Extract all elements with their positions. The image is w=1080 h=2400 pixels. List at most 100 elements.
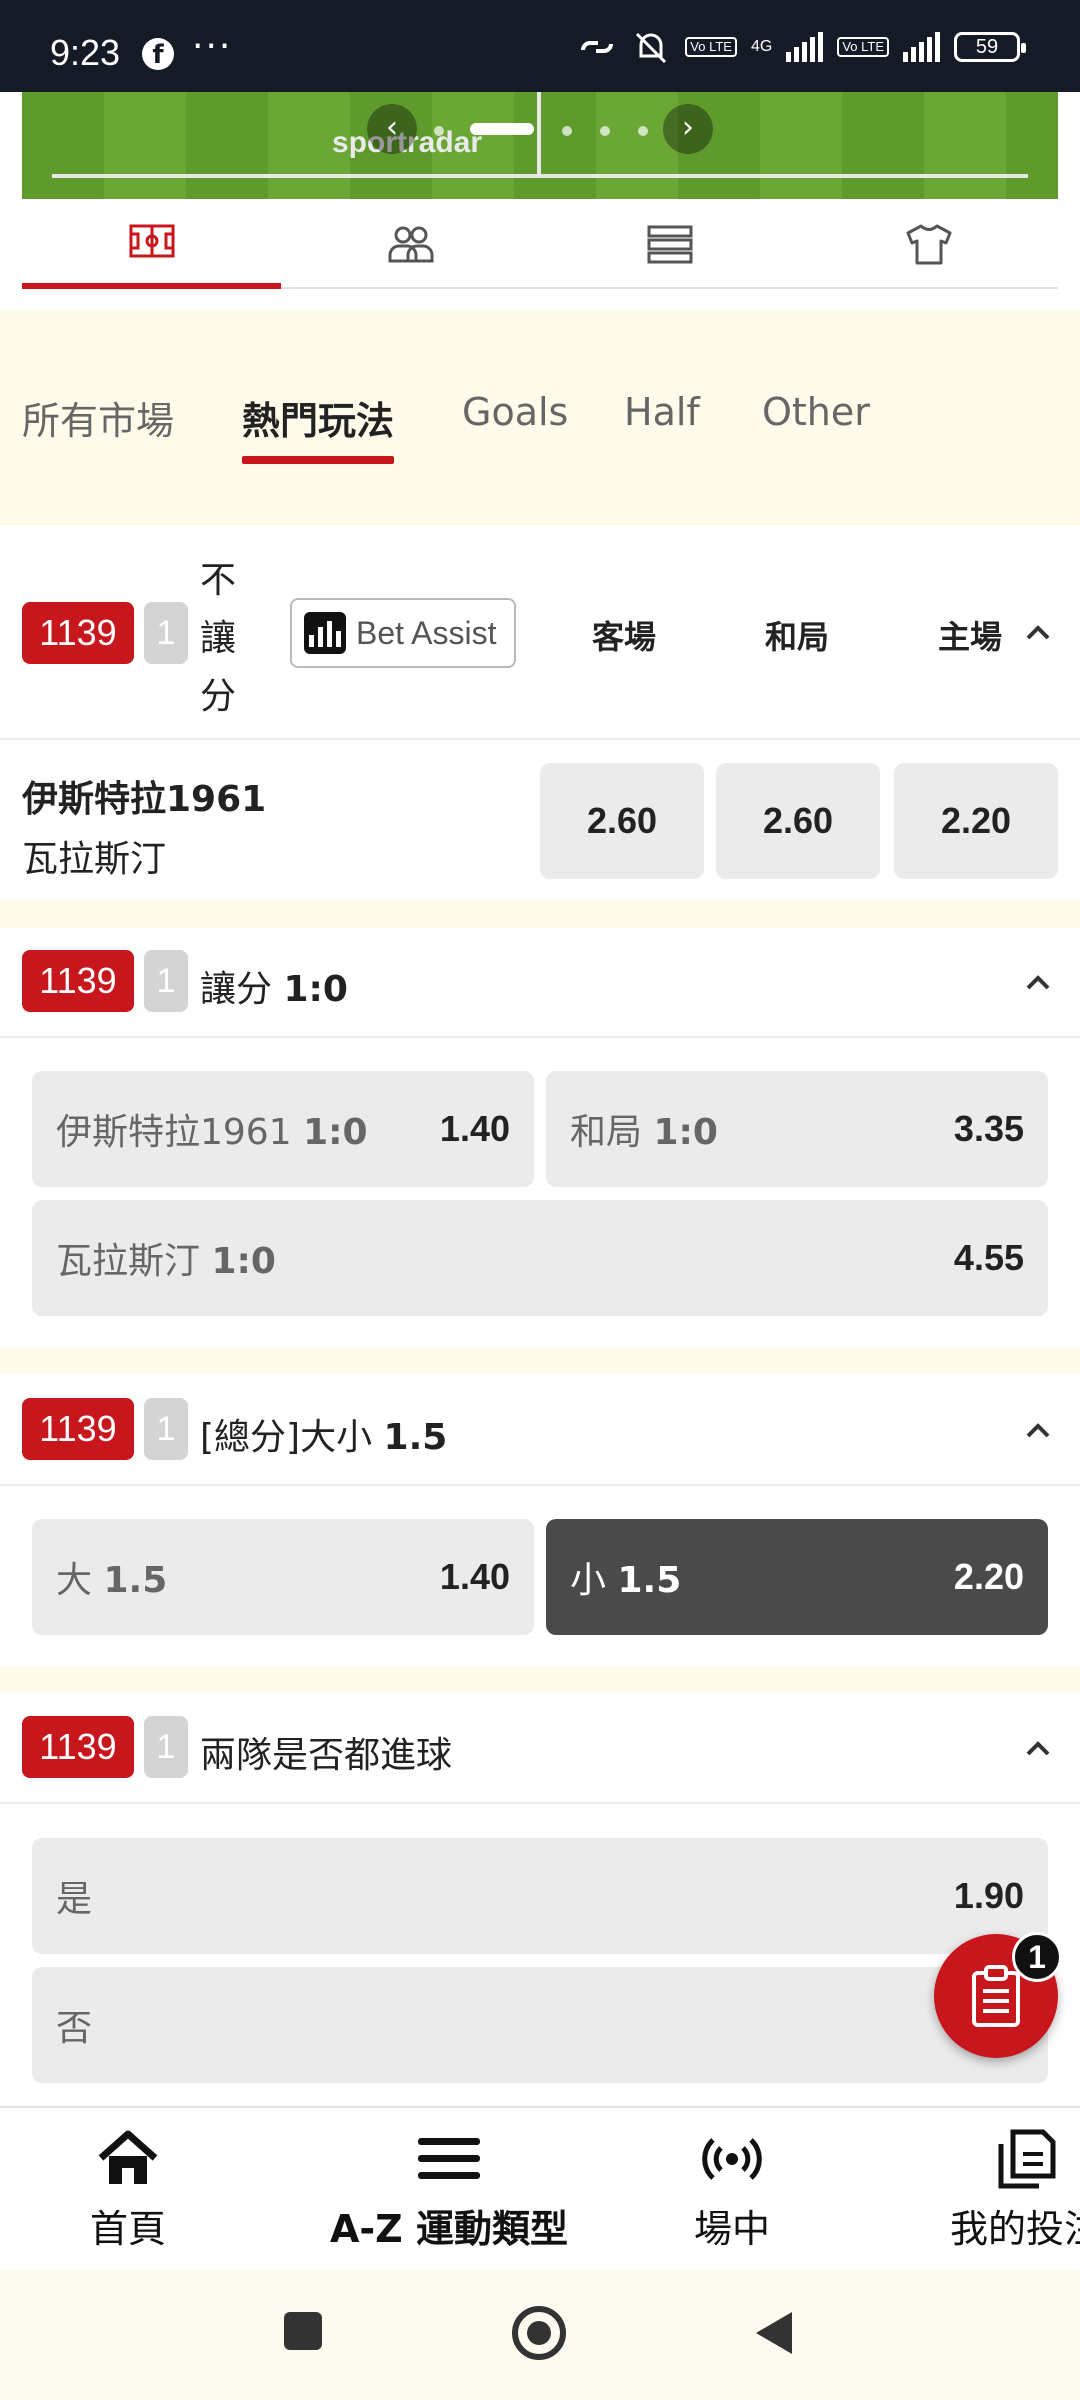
market-count-badge: 1 bbox=[144, 1716, 188, 1778]
nav-home[interactable]: 首頁 bbox=[90, 2126, 166, 2253]
divider bbox=[0, 738, 1080, 740]
status-bar: 9:23 f ··· Vo LTE 4G Vo LTE 59 bbox=[0, 0, 1080, 92]
nav-live-label: 場中 bbox=[694, 2207, 771, 2251]
market-title-text: 讓分 bbox=[200, 969, 273, 1010]
recents-button[interactable] bbox=[284, 2312, 322, 2350]
pitch-icon bbox=[129, 224, 174, 258]
option-label: 否 bbox=[56, 2008, 93, 2049]
option-odds: 1.40 bbox=[439, 1556, 510, 1597]
bet-assist-label: Bet Assist bbox=[356, 614, 497, 651]
market-count-badge: 1 bbox=[144, 950, 188, 1012]
page-dot[interactable] bbox=[562, 126, 572, 136]
nav-live[interactable]: 場中 bbox=[694, 2126, 770, 2253]
option-line: 1:0 bbox=[211, 1241, 276, 1282]
market-title-line: 1:0 bbox=[283, 969, 348, 1010]
option-text: 和局 bbox=[570, 1112, 643, 1153]
option-odds: 1.90 bbox=[953, 1875, 1024, 1916]
page-dot[interactable] bbox=[434, 126, 444, 136]
option-line: 1:0 bbox=[653, 1112, 718, 1153]
option-text: 大 bbox=[56, 1560, 93, 1601]
documents-icon bbox=[998, 2129, 1056, 2189]
option-label: 小 1.5 bbox=[570, 1551, 681, 1603]
option-label: 是 bbox=[56, 1879, 93, 1920]
option-button[interactable]: 和局 1:0 3.35 bbox=[546, 1071, 1048, 1187]
facebook-icon: f bbox=[142, 38, 174, 70]
page-dot[interactable] bbox=[600, 126, 610, 136]
odds-button-home[interactable]: 2.20 bbox=[894, 763, 1058, 879]
market-title: 不 讓 分 bbox=[200, 560, 237, 717]
option-label: 和局 1:0 bbox=[570, 1103, 718, 1155]
nav-my-bets[interactable]: 我的投注 bbox=[950, 2126, 1080, 2253]
tab-stats[interactable] bbox=[540, 199, 799, 289]
bar-chart-icon bbox=[304, 612, 346, 654]
nav-az-label: A-Z 運動類型 bbox=[330, 2207, 568, 2251]
divider bbox=[0, 1036, 1080, 1038]
tab-jersey[interactable] bbox=[799, 199, 1058, 289]
option-line: 1:0 bbox=[303, 1112, 368, 1153]
menu-icon bbox=[417, 2138, 480, 2179]
option-odds: 3.35 bbox=[953, 1108, 1024, 1149]
option-button[interactable]: 瓦拉斯汀 1:0 4.55 bbox=[32, 1200, 1048, 1316]
chevron-up-icon[interactable] bbox=[1018, 1728, 1058, 1768]
bell-off-icon bbox=[636, 32, 667, 64]
field-midline bbox=[537, 92, 541, 178]
clock: 9:23 bbox=[50, 32, 121, 73]
option-text: 瓦拉斯汀 bbox=[56, 1241, 201, 1282]
betslip-button[interactable]: 1 bbox=[934, 1932, 1062, 2058]
network-type: 4G bbox=[750, 38, 773, 55]
bet-assist-button[interactable]: Bet Assist bbox=[290, 598, 516, 668]
col-header-away: 客場 bbox=[592, 618, 657, 656]
tab-pitch[interactable] bbox=[22, 199, 281, 289]
option-label: 伊斯特拉1961 1:0 bbox=[56, 1103, 368, 1155]
option-button-yes[interactable]: 是 1.90 bbox=[32, 1838, 1048, 1954]
market-category-bar: 所有市場 熱門玩法 Goals Half Other bbox=[0, 310, 1080, 525]
tab-lineup[interactable] bbox=[281, 199, 540, 289]
category-goals[interactable]: Goals bbox=[462, 390, 568, 434]
option-button-under-selected[interactable]: 小 1.5 2.20 bbox=[546, 1519, 1048, 1635]
match-id-badge: 1139 bbox=[22, 1716, 134, 1778]
market-count-badge: 1 bbox=[144, 602, 188, 664]
option-button-no[interactable]: 否 bbox=[32, 1967, 1048, 2083]
match-tracker[interactable]: sportradar ‹ › bbox=[22, 92, 1058, 199]
chevron-up-icon[interactable] bbox=[1018, 962, 1058, 1002]
team-1-name: 伊斯特拉1961 bbox=[22, 779, 267, 820]
option-odds: 1.40 bbox=[439, 1108, 510, 1149]
page-dot[interactable] bbox=[638, 126, 648, 136]
option-button[interactable]: 伊斯特拉1961 1:0 1.40 bbox=[32, 1071, 534, 1187]
bottom-navigation: 首頁 A-Z 運動類型 場中 我的投注 bbox=[0, 2106, 1080, 2270]
chevron-up-icon[interactable] bbox=[1018, 1410, 1058, 1450]
divider bbox=[0, 1802, 1080, 1804]
nav-home-label: 首頁 bbox=[90, 2207, 167, 2251]
back-button[interactable] bbox=[752, 2308, 796, 2358]
market-title: [總分]大小 1.5 bbox=[200, 1408, 447, 1460]
page-dot-active[interactable] bbox=[470, 123, 534, 135]
odds-button-away[interactable]: 2.60 bbox=[540, 763, 704, 879]
col-header-draw: 和局 bbox=[765, 618, 830, 656]
option-odds: 2.20 bbox=[953, 1556, 1024, 1597]
col-header-home: 主場 bbox=[938, 618, 1003, 656]
chevron-up-icon[interactable] bbox=[1018, 612, 1058, 652]
category-other[interactable]: Other bbox=[762, 390, 870, 434]
next-arrow-button[interactable]: › bbox=[663, 104, 713, 154]
option-line: 1.5 bbox=[617, 1560, 682, 1601]
option-odds: 4.55 bbox=[953, 1237, 1024, 1278]
view-tabs bbox=[22, 199, 1058, 289]
lineup-icon bbox=[388, 226, 433, 263]
odds-button-draw[interactable]: 2.60 bbox=[716, 763, 880, 879]
home-system-button[interactable] bbox=[512, 2306, 566, 2360]
category-popular[interactable]: 熱門玩法 bbox=[242, 390, 395, 464]
market-title: 讓分 1:0 bbox=[200, 960, 348, 1012]
volte-indicator: Vo LTE bbox=[685, 37, 737, 57]
nav-az-sports[interactable]: A-Z 運動類型 bbox=[330, 2126, 568, 2253]
home-icon bbox=[98, 2130, 158, 2184]
live-broadcast-icon bbox=[702, 2138, 762, 2180]
market-count-badge: 1 bbox=[144, 1398, 188, 1460]
option-text: 小 bbox=[570, 1560, 607, 1601]
prev-arrow-button[interactable]: ‹ bbox=[367, 104, 417, 154]
option-button-over[interactable]: 大 1.5 1.40 bbox=[32, 1519, 534, 1635]
stats-icon bbox=[647, 225, 692, 264]
signal-icon bbox=[786, 32, 824, 62]
category-all[interactable]: 所有市場 bbox=[22, 390, 174, 445]
category-half[interactable]: Half bbox=[624, 390, 700, 434]
section-separator bbox=[0, 900, 1080, 928]
